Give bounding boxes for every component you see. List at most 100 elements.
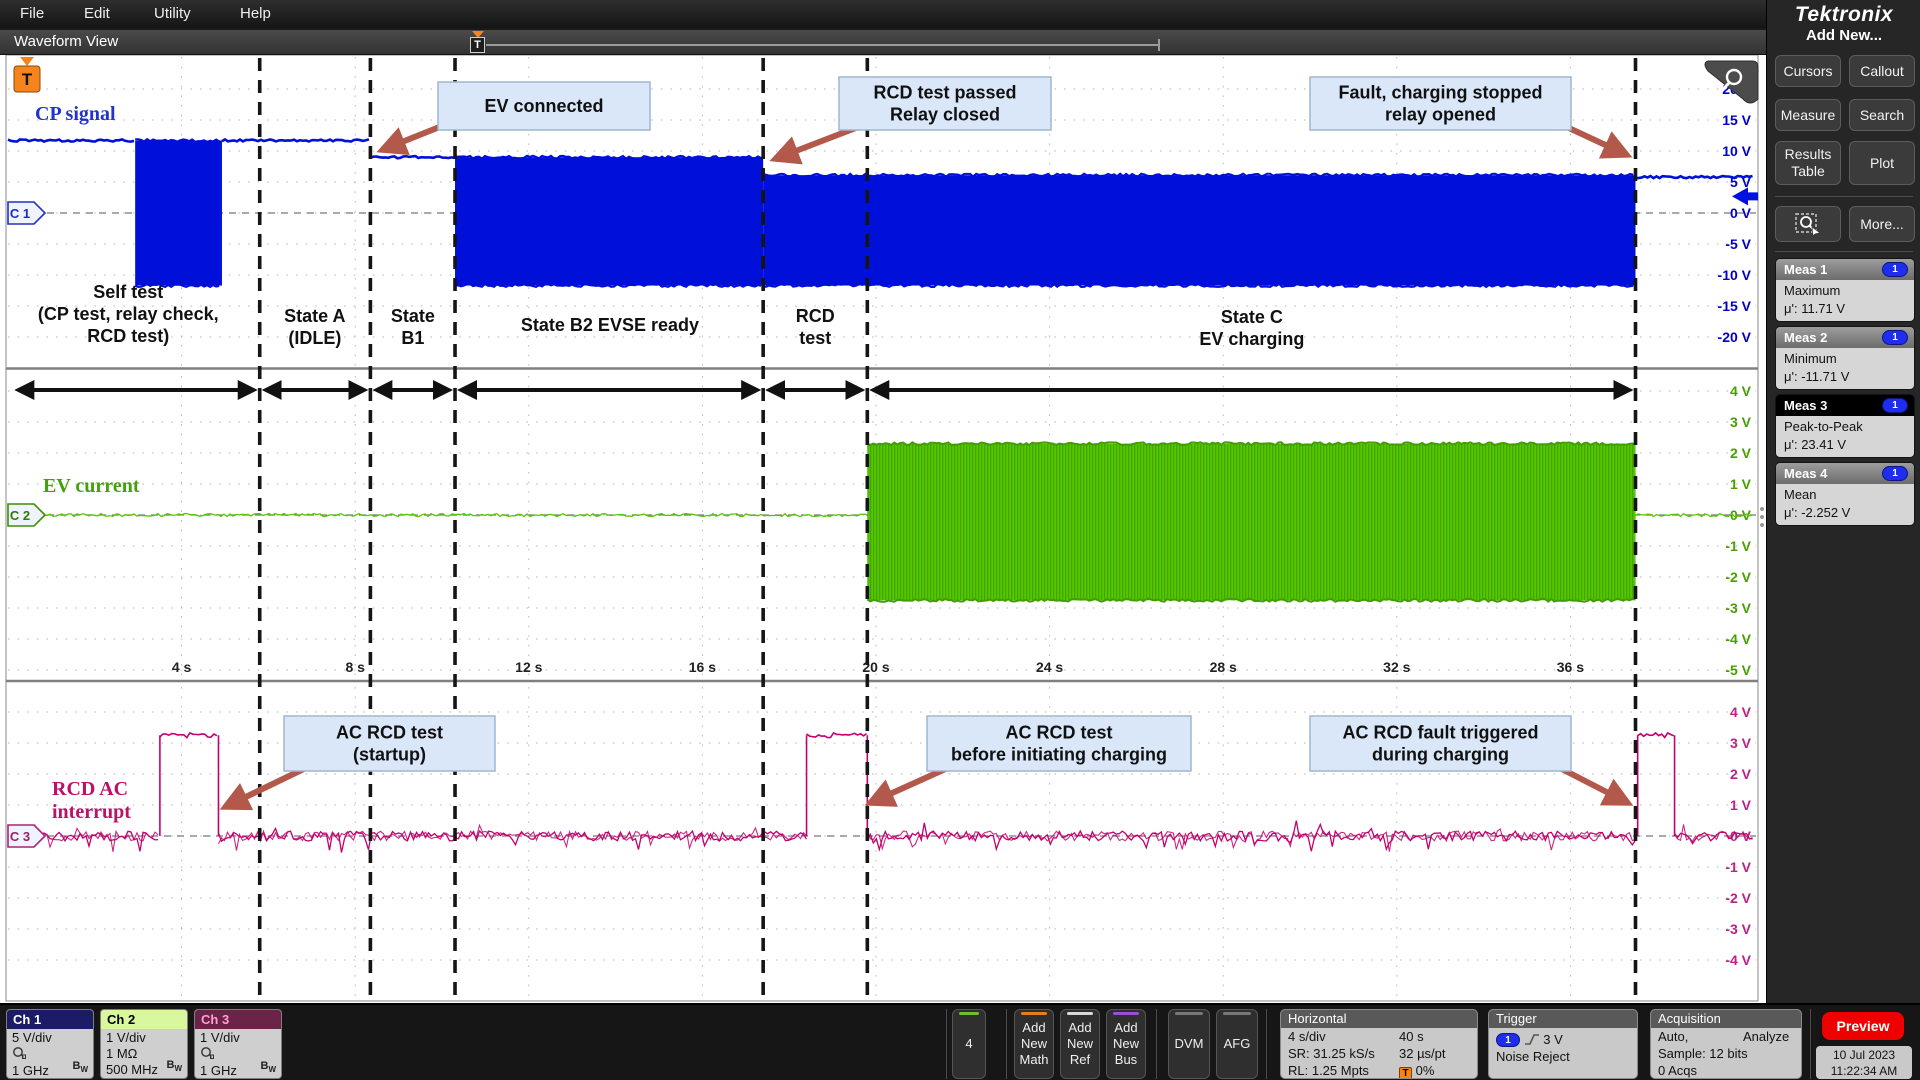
channel-plot-label: RCD ACinterrupt (52, 778, 131, 823)
voltage-tick-label: -2 V (1725, 569, 1751, 585)
measurement-title: Meas 31 (1776, 395, 1914, 416)
voltage-tick-label: 0 V (1730, 205, 1752, 221)
probe-icon (200, 1046, 216, 1059)
bottombar-separator (1006, 1009, 1007, 1079)
menu-file[interactable]: File (14, 0, 50, 28)
measurement-source-badge: 1 (1882, 330, 1908, 345)
preview-button[interactable]: Preview (1822, 1012, 1904, 1040)
panel-button-cursors[interactable]: Cursors (1775, 55, 1841, 87)
axis-grip-handle[interactable] (1760, 515, 1764, 519)
voltage-tick-label: -3 V (1725, 921, 1751, 937)
trigger-mode: Noise Reject (1489, 1048, 1637, 1065)
menu-bar: File Edit Utility Help (0, 0, 1766, 28)
trigger-level: 3 V (1543, 1032, 1563, 1047)
more-button[interactable]: More... (1849, 206, 1915, 242)
svg-text:C 2: C 2 (10, 508, 30, 523)
measurement-tile-2[interactable]: Meas 21Minimumμ': -11.71 V (1775, 326, 1915, 390)
menu-utility[interactable]: Utility (148, 0, 197, 28)
channel-badge-ch1[interactable]: Ch 1 5 V/div 1 GHzBW (6, 1009, 94, 1079)
voltage-tick-label: -1 V (1725, 538, 1751, 554)
button-color-stripe (1175, 1012, 1203, 1015)
trigger-settings-badge[interactable]: Trigger 1 3 V Noise Reject (1488, 1009, 1638, 1079)
time-tick-label: 4 s (172, 659, 192, 675)
axis-grip-handle[interactable] (1760, 523, 1764, 527)
measurement-tile-4[interactable]: Meas 41Meanμ': -2.252 V (1775, 462, 1915, 526)
button-dvm[interactable]: DVM (1168, 1009, 1210, 1079)
voltage-tick-label: -3 V (1725, 600, 1751, 616)
measurement-body: Peak-to-Peakμ': 23.41 V (1776, 416, 1914, 457)
voltage-tick-label: 2 V (1730, 766, 1752, 782)
voltage-tick-label: -4 V (1725, 952, 1751, 968)
menu-help[interactable]: Help (234, 0, 277, 28)
channel-scale: 1 V/div (106, 1030, 182, 1046)
channel-badge-ch3[interactable]: Ch 3 1 V/div 1 GHzBW (194, 1009, 282, 1079)
measurement-title: Meas 21 (1776, 327, 1914, 348)
button-add-new-ref[interactable]: Add New Ref (1060, 1009, 1100, 1079)
panel-button-results-table[interactable]: Results Table (1775, 141, 1841, 185)
trigger-position-percent: 0% (1416, 1063, 1435, 1078)
horizontal-position-bar[interactable] (486, 44, 1160, 46)
voltage-tick-label: 1 V (1730, 476, 1752, 492)
button-4[interactable]: 4 (952, 1009, 986, 1079)
panel-button-plot[interactable]: Plot (1849, 141, 1915, 185)
trigger-source-badge: 1 (1496, 1033, 1520, 1047)
channel-name: Ch 1 (7, 1010, 93, 1029)
panel-separator (1775, 196, 1913, 197)
button-add-new-math[interactable]: Add New Math (1014, 1009, 1054, 1079)
voltage-tick-label: -5 V (1725, 236, 1751, 252)
channel-scale: 5 V/div (12, 1030, 88, 1046)
bottombar-separator (1156, 1009, 1157, 1079)
add-new-heading: Add New... (1767, 27, 1920, 44)
channel-plot-label: CP signal (35, 103, 116, 125)
panel-button-callout[interactable]: Callout (1849, 55, 1915, 87)
voltage-tick-label: -20 V (1718, 329, 1752, 345)
waveform-plot-area: 20 V15 V10 V5 V0 V-5 V-10 V-15 V-20 V4 V… (0, 55, 1766, 1003)
axis-grip-handle[interactable] (1760, 507, 1764, 511)
acquisition-title: Acquisition (1651, 1010, 1801, 1028)
measurement-tile-3[interactable]: Meas 31Peak-to-Peakμ': 23.41 V (1775, 394, 1915, 458)
measurement-body: Meanμ': -2.252 V (1776, 484, 1914, 525)
state-label: State B2 EVSE ready (521, 315, 699, 335)
acquisition-analyze: Analyze (1743, 1028, 1789, 1045)
menu-edit[interactable]: Edit (78, 0, 116, 28)
button-afg[interactable]: AFG (1216, 1009, 1258, 1079)
button-add-new-bus[interactable]: Add New Bus (1106, 1009, 1146, 1079)
channel-details: 5 V/div 1 GHzBW (7, 1029, 93, 1079)
waveform-view-titlebar: Waveform View T (0, 30, 1766, 55)
voltage-tick-label: -4 V (1725, 631, 1751, 647)
record-length: RL: 1.25 Mpts (1288, 1063, 1369, 1078)
bottombar-separator (1266, 1009, 1267, 1079)
button-color-stripe (1113, 1012, 1139, 1015)
acquisition-settings-badge[interactable]: Acquisition Auto, Analyze Sample: 12 bit… (1650, 1009, 1802, 1079)
horizontal-window: 40 s (1399, 1028, 1424, 1045)
measurement-tile-1[interactable]: Meas 11Maximumμ': 11.71 V (1775, 258, 1915, 322)
bandwidth-limit-badge: BW (72, 1058, 88, 1078)
channel-details: 1 V/div 1 GHzBW (195, 1029, 281, 1079)
panel-button-search[interactable]: Search (1849, 99, 1915, 131)
bandwidth-limit-badge: BW (260, 1058, 276, 1078)
voltage-tick-label: 4 V (1730, 704, 1752, 720)
measurement-body: Minimumμ': -11.71 V (1776, 348, 1914, 389)
oscilloscope-screen: File Edit Utility Help Waveform View T 2… (0, 0, 1920, 1080)
button-color-stripe (1067, 1012, 1093, 1015)
measurement-source-badge: 1 (1882, 466, 1908, 481)
trigger-position-handle[interactable]: T (470, 37, 485, 53)
panel-button-measure[interactable]: Measure (1775, 99, 1841, 131)
measurement-source-badge: 1 (1882, 262, 1908, 277)
trigger-title: Trigger (1489, 1010, 1637, 1028)
bottom-settings-bar: Ch 1 5 V/div 1 GHzBW Ch 2 1 V/div 1 MΩ 5… (0, 1003, 1920, 1080)
channel-badge-ch2[interactable]: Ch 2 1 V/div 1 MΩ 500 MHzBW (100, 1009, 188, 1079)
date-text: 10 Jul 2023 (1816, 1047, 1912, 1063)
voltage-tick-label: 3 V (1730, 735, 1752, 751)
trigger-position-mini-icon: T (1399, 1067, 1412, 1079)
voltage-tick-label: 15 V (1722, 112, 1751, 128)
acquisition-sample: Sample: 12 bits (1651, 1045, 1801, 1062)
voltage-tick-label: 2 V (1730, 445, 1752, 461)
voltage-tick-label: -10 V (1718, 267, 1752, 283)
horizontal-title: Horizontal (1281, 1010, 1477, 1028)
acquisition-count: 0 Acqs (1651, 1062, 1801, 1079)
zoom-select-button[interactable] (1775, 206, 1841, 242)
horizontal-settings-badge[interactable]: Horizontal 4 s/div 40 s SR: 31.25 kS/s 3… (1280, 1009, 1478, 1079)
voltage-tick-label: -15 V (1718, 298, 1752, 314)
bandwidth-limit-badge: BW (166, 1057, 182, 1077)
